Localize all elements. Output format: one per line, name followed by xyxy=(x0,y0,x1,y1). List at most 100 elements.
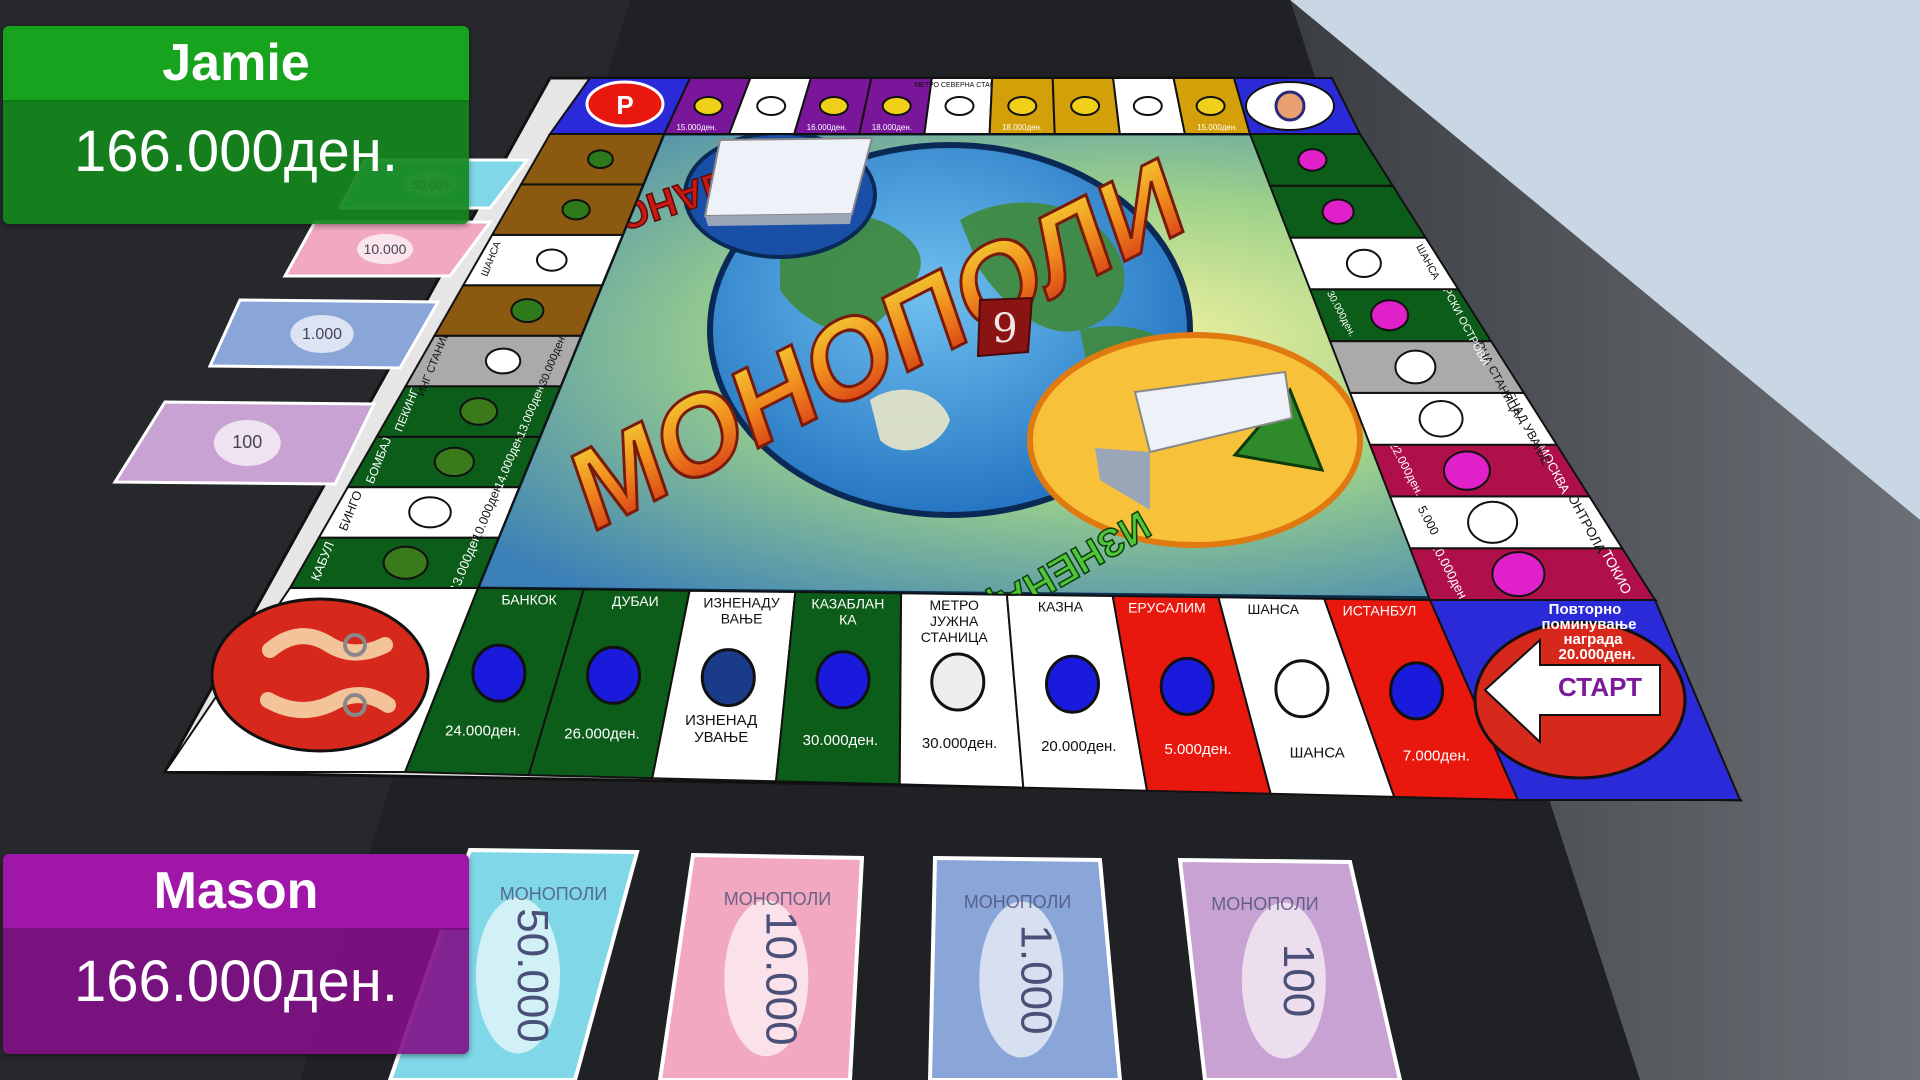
property-dot-icon xyxy=(587,149,614,169)
player-name: Mason xyxy=(3,854,469,930)
banknote-value: 100 xyxy=(232,432,262,452)
banknote-value: 1.000 xyxy=(1011,924,1060,1034)
property-dot-icon xyxy=(408,496,452,529)
property-dot-icon xyxy=(756,96,787,116)
left-tile-4[interactable]: ПЕКИНГ 13.000ден. xyxy=(374,381,563,439)
player-banknote-1.000[interactable]: 1.000 МОНОПОЛИ xyxy=(927,855,1123,1080)
property-dot-icon xyxy=(471,643,527,703)
property-dot-icon xyxy=(484,347,522,375)
tiles-bottom-row: БАНКОК 24.000ден. ДУБАИ 26.000ден. ИЗНЕНАДУВ… xyxy=(403,586,1520,802)
tile-4[interactable]: КАЗАБЛАНКА 30.000ден. xyxy=(774,590,903,786)
chance-card-stack[interactable] xyxy=(703,136,874,218)
tile-name: ВАЊЕ xyxy=(721,610,763,626)
property-dot-icon xyxy=(1132,96,1163,116)
left-tile-7[interactable]: ШАНСА xyxy=(461,233,625,287)
right-tile-1[interactable]: ТОКИО20.000ден. xyxy=(1408,540,1657,605)
property-dot-icon xyxy=(561,199,591,221)
tile-price: 5.000ден. xyxy=(1164,741,1231,758)
go-label: СТАРТ xyxy=(1558,672,1642,702)
tile-price: 18.000ден. xyxy=(1002,123,1042,132)
die-value: 9 xyxy=(992,306,1017,352)
left-tile-2[interactable]: БИНГО 10.000ден. xyxy=(317,479,521,543)
property-dot-icon xyxy=(1418,400,1464,438)
player-money: 166.000ден. xyxy=(3,102,469,224)
tile-price: 15.000ден. xyxy=(1197,123,1237,132)
property-dot-icon xyxy=(510,298,545,324)
property-dot-icon xyxy=(1159,656,1215,716)
tile-price: 7.000ден. xyxy=(1403,747,1470,764)
tile-price: 15.000ден. xyxy=(676,123,716,132)
right-tile-3[interactable]: МОСКВА22.000ден. xyxy=(1368,439,1592,498)
property-dot-icon xyxy=(1389,661,1445,721)
tile-name: ШАНСА xyxy=(1247,601,1299,617)
tile-name: ЈУЖНА xyxy=(930,613,979,629)
tile-price: ИЗНЕНАД xyxy=(685,712,757,729)
left-tile-3[interactable]: БОМБАЈ 14.000ден. xyxy=(346,430,542,491)
left-tile-6[interactable] xyxy=(432,284,604,337)
jail-ring xyxy=(210,597,430,753)
tile-name: СТАНИЦА xyxy=(921,629,989,645)
property-dot-icon xyxy=(433,446,475,478)
property-dot-icon xyxy=(536,248,568,272)
policeman-icon xyxy=(1274,90,1306,122)
player-panel-jamie: Jamie 166.000ден. xyxy=(3,26,469,224)
banknote-caption: МОНОПОЛИ xyxy=(500,884,607,904)
banknote-value: 10.000 xyxy=(756,911,805,1046)
banknote-caption: МОНОПОЛИ xyxy=(724,889,831,909)
parking-letter: P xyxy=(616,90,633,120)
tile-name: ДУБАИ xyxy=(612,593,659,609)
tiles-top-row: 15.000ден. 16.000ден. 18.000ден.МЕТРО СЕВЕ… xyxy=(662,77,1252,135)
die[interactable]: 9 xyxy=(976,296,1034,358)
banknote-value: 1.000 xyxy=(302,326,342,343)
tile-price: 16.000ден. xyxy=(807,123,847,132)
banknote-value: 50.000 xyxy=(508,908,557,1043)
tile-name: ИСТАНБУЛ xyxy=(1343,602,1417,618)
tile-name: КА xyxy=(839,612,857,628)
tile-price: 20.000ден. xyxy=(1041,738,1116,755)
property-dot-icon xyxy=(1491,551,1546,598)
train-icon xyxy=(930,652,986,712)
property-dot-icon xyxy=(944,96,975,116)
property-dot-icon xyxy=(1195,96,1226,116)
property-dot-icon xyxy=(881,96,912,116)
property-dot-icon xyxy=(818,96,849,116)
player-name: Jamie xyxy=(3,26,469,102)
bank-stack-1.000[interactable]: 1.000 xyxy=(207,298,441,370)
top-tile-7[interactable] xyxy=(1051,77,1121,135)
chance-card-stack-side xyxy=(705,214,852,226)
tile-5[interactable]: МЕТРОЈУЖНАСТАНИЦА 30.000ден. xyxy=(898,592,1025,789)
banknote-value: 10.000 xyxy=(364,241,407,257)
property-dot-icon xyxy=(815,650,871,710)
player-panel-mason: Mason 166.000ден. xyxy=(3,854,469,1054)
tile-price: 24.000ден. xyxy=(445,723,520,740)
tile-name: БАНКОК xyxy=(501,592,557,608)
banknote-caption: МОНОПОЛИ xyxy=(1211,894,1318,914)
top-tile-6[interactable]: 18.000ден. xyxy=(988,77,1056,135)
tile-name: МЕТРО xyxy=(929,597,979,613)
property-dot-icon xyxy=(586,645,642,705)
tile-name: ЕРУСАЛИМ xyxy=(1128,600,1206,616)
tile-name: ИЗНЕНАДУ xyxy=(703,594,780,610)
property-dot-icon xyxy=(1442,450,1491,491)
property-dot-icon xyxy=(1297,148,1328,172)
property-dot-icon xyxy=(1007,96,1038,116)
player-money: 166.000ден. xyxy=(3,930,469,1054)
tile-name: КАЗНА xyxy=(1038,598,1084,614)
top-tile-8[interactable] xyxy=(1111,77,1187,135)
property-dot-icon xyxy=(1321,198,1355,225)
property-dot-icon xyxy=(1070,96,1101,116)
banknote-caption: МОНОПОЛИ xyxy=(964,892,1071,912)
tile-price: УВАЊЕ xyxy=(694,729,748,746)
property-dot-icon xyxy=(1345,248,1382,278)
traffic-light-icon xyxy=(700,648,756,708)
tile-price: 30.000ден. xyxy=(803,732,878,749)
player-banknote-10.000[interactable]: 10.000МОНОПОЛИ xyxy=(657,852,865,1080)
banknote-value: 100 xyxy=(1274,944,1323,1017)
tile-price: 26.000ден. xyxy=(564,726,639,743)
property-dot-icon xyxy=(1045,654,1100,714)
tile-price: ШАНСА xyxy=(1290,744,1345,761)
property-dot-icon xyxy=(1394,349,1437,385)
property-dot-icon xyxy=(1467,500,1519,544)
tile-price: 30.000ден. xyxy=(922,735,997,752)
property-dot-icon xyxy=(693,96,724,116)
